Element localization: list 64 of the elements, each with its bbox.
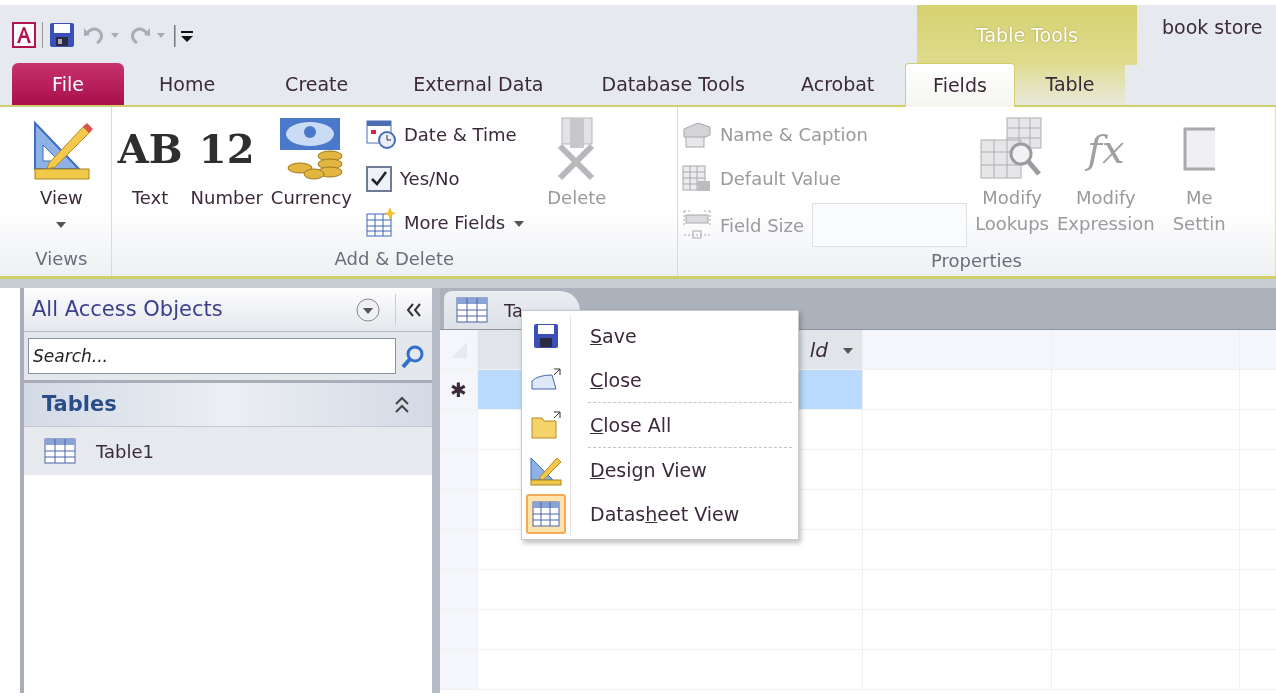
nav-item[interactable]: Table1 <box>24 427 432 475</box>
group-label: Add & Delete <box>334 248 455 269</box>
dropdown-arrow-icon <box>842 347 854 355</box>
group-label: Views <box>35 248 88 269</box>
search-field[interactable]: Search... <box>28 338 396 374</box>
collapse-chevron-icon <box>394 395 410 414</box>
customize-menu-icon[interactable] <box>173 23 195 47</box>
checkbox-icon <box>365 166 392 192</box>
row-selector[interactable] <box>440 570 478 610</box>
window-title: book store <box>1162 16 1263 38</box>
ribbon-tab[interactable]: Create <box>250 63 384 105</box>
row-selector[interactable] <box>440 610 478 650</box>
dropdown-circle-icon[interactable] <box>355 296 381 323</box>
ribbon-tab[interactable]: External Data <box>383 63 574 105</box>
save-icon[interactable] <box>49 22 75 48</box>
ribbon-tab[interactable]: Acrobat <box>773 63 903 105</box>
ribbon-button[interactable]: Currency <box>268 113 354 245</box>
column-header[interactable] <box>863 330 1052 370</box>
row-selector[interactable] <box>440 530 478 570</box>
ribbon-tab[interactable]: Fields <box>905 63 1015 107</box>
ribbon-button[interactable]: AB Text <box>115 113 185 245</box>
tag-label-icon <box>681 120 712 149</box>
access-logo-icon <box>12 22 36 48</box>
ribbon-tab[interactable]: File <box>12 63 124 105</box>
ribbon-button[interactable]: More Fields <box>365 203 526 241</box>
close-tab-icon <box>530 367 562 393</box>
table-default-icon <box>681 164 712 193</box>
nav-group-header[interactable]: Tables <box>24 383 432 427</box>
calendar-clock-icon <box>365 119 396 149</box>
nav-group-title: Tables <box>42 390 117 418</box>
group-label: Properties <box>930 250 1022 271</box>
banknote-coins-icon <box>278 116 345 182</box>
ribbon-tab[interactable]: Home <box>124 63 251 105</box>
save-icon <box>533 323 559 349</box>
pane-splitter[interactable] <box>432 288 440 693</box>
ribbon-button[interactable]: 12 Number <box>188 113 265 245</box>
row-selector[interactable] <box>440 410 478 450</box>
ribbon-button[interactable]: Yes/No <box>365 159 460 197</box>
menu-item[interactable]: Datasheet View <box>522 492 798 536</box>
ribbon-button[interactable]: View <box>27 113 96 245</box>
field-size-icon <box>681 209 712 241</box>
row-selector[interactable] <box>440 650 478 690</box>
ribbon-tab[interactable]: Database Tools <box>573 63 773 105</box>
column-header[interactable] <box>1052 330 1240 370</box>
row-selector[interactable] <box>440 490 478 530</box>
menu-item[interactable]: Close <box>522 358 798 402</box>
folder-icon <box>530 410 562 440</box>
table-cell[interactable] <box>863 410 1052 450</box>
column-header[interactable] <box>1240 330 1276 370</box>
ribbon-tab[interactable]: Table <box>1015 63 1125 105</box>
row-selector[interactable] <box>440 450 478 490</box>
menu-item[interactable]: Design View <box>522 448 798 492</box>
table-icon <box>456 297 488 323</box>
nav-pane-title: All Access Objects <box>32 295 224 323</box>
menu-item[interactable]: Close All <box>522 403 798 447</box>
search-icon[interactable] <box>400 344 426 370</box>
new-row-marker: ✱ <box>450 376 467 404</box>
row-selector[interactable]: ✱ <box>440 370 478 410</box>
contextual-group-label: Table Tools <box>917 5 1137 65</box>
ribbon-button[interactable]: Date & Time <box>365 115 517 153</box>
table-sparkle-icon <box>365 206 396 238</box>
table-cell[interactable] <box>863 370 1052 410</box>
table-icon <box>44 438 76 464</box>
datasheet-icon <box>532 501 560 527</box>
